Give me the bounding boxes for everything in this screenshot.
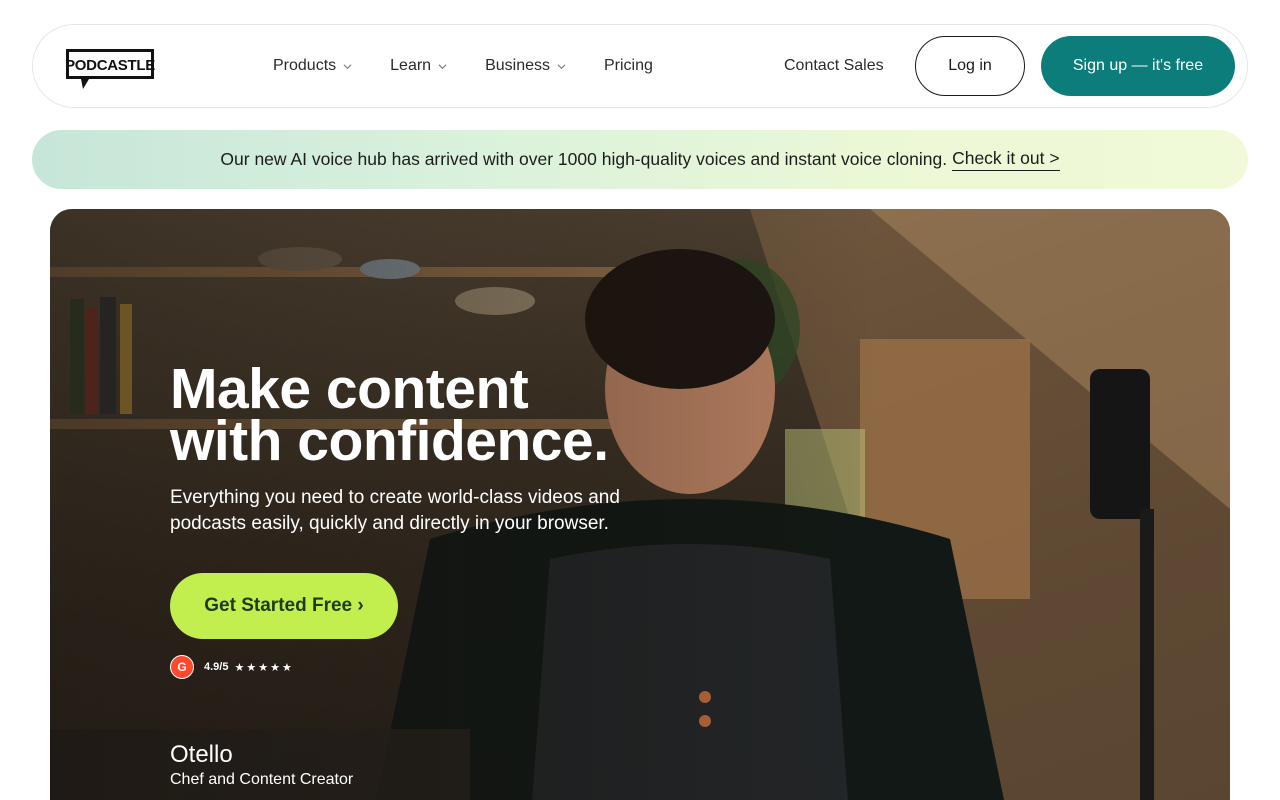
chevron-down-icon bbox=[343, 63, 352, 69]
get-started-button[interactable]: Get Started Free › bbox=[170, 573, 398, 639]
podcastle-logo-mark: PODCASTLE bbox=[65, 49, 155, 89]
star-icon: ★ bbox=[234, 661, 247, 674]
hero-subtitle: Everything you need to create world-clas… bbox=[170, 487, 620, 534]
g2-rating: G 4.9/5 ★★★★★ bbox=[170, 655, 294, 679]
nav-item-label: Pricing bbox=[603, 57, 653, 74]
g2-badge-text: G bbox=[177, 660, 187, 674]
star-icon: ★ bbox=[281, 661, 294, 674]
nav-item-business[interactable]: Business bbox=[485, 57, 566, 75]
nav-item-label: Products bbox=[273, 57, 337, 74]
contact-sales-link[interactable]: Contact Sales bbox=[784, 25, 884, 107]
hero-section: Make content with confidence. Everything… bbox=[50, 209, 1230, 800]
banner-text: Our new AI voice hub has arrived with ov… bbox=[220, 149, 948, 169]
signup-button[interactable]: Sign up — it's free bbox=[1041, 36, 1235, 96]
star-icon: ★ bbox=[270, 661, 282, 674]
rating-value: 4.9/5 bbox=[204, 661, 229, 673]
main-nav: Products Learn Business Pricing bbox=[273, 25, 691, 107]
hero-title: Make content with confidence. bbox=[170, 361, 730, 470]
site-header: PODCASTLE Products Learn Business Pricin… bbox=[32, 24, 1248, 108]
nav-item-products[interactable]: Products bbox=[273, 57, 352, 75]
login-button[interactable]: Log in bbox=[915, 36, 1025, 96]
star-icon: ★ bbox=[258, 661, 271, 674]
nav-item-learn[interactable]: Learn bbox=[390, 57, 447, 75]
nav-item-pricing[interactable]: Pricing bbox=[604, 57, 653, 75]
logo-text: PODCASTLE bbox=[65, 57, 155, 74]
chevron-down-icon bbox=[557, 63, 566, 69]
nav-item-label: Learn bbox=[390, 57, 432, 74]
announcement-banner: Our new AI voice hub has arrived with ov… bbox=[32, 130, 1248, 189]
chevron-down-icon bbox=[438, 63, 447, 69]
banner-check-it-out-link[interactable]: Check it out > bbox=[952, 148, 1060, 171]
creator-role: Chef and Content Creator bbox=[170, 771, 354, 788]
hero-title-line2: with confidence. bbox=[170, 409, 609, 473]
star-icon: ★ bbox=[246, 661, 259, 674]
nav-item-label: Business bbox=[485, 57, 550, 74]
podcastle-logo[interactable]: PODCASTLE bbox=[65, 47, 155, 91]
rating-stars: ★★★★★ bbox=[234, 661, 293, 674]
creator-name: Otello bbox=[170, 741, 233, 768]
g2-logo-icon: G bbox=[170, 655, 194, 679]
